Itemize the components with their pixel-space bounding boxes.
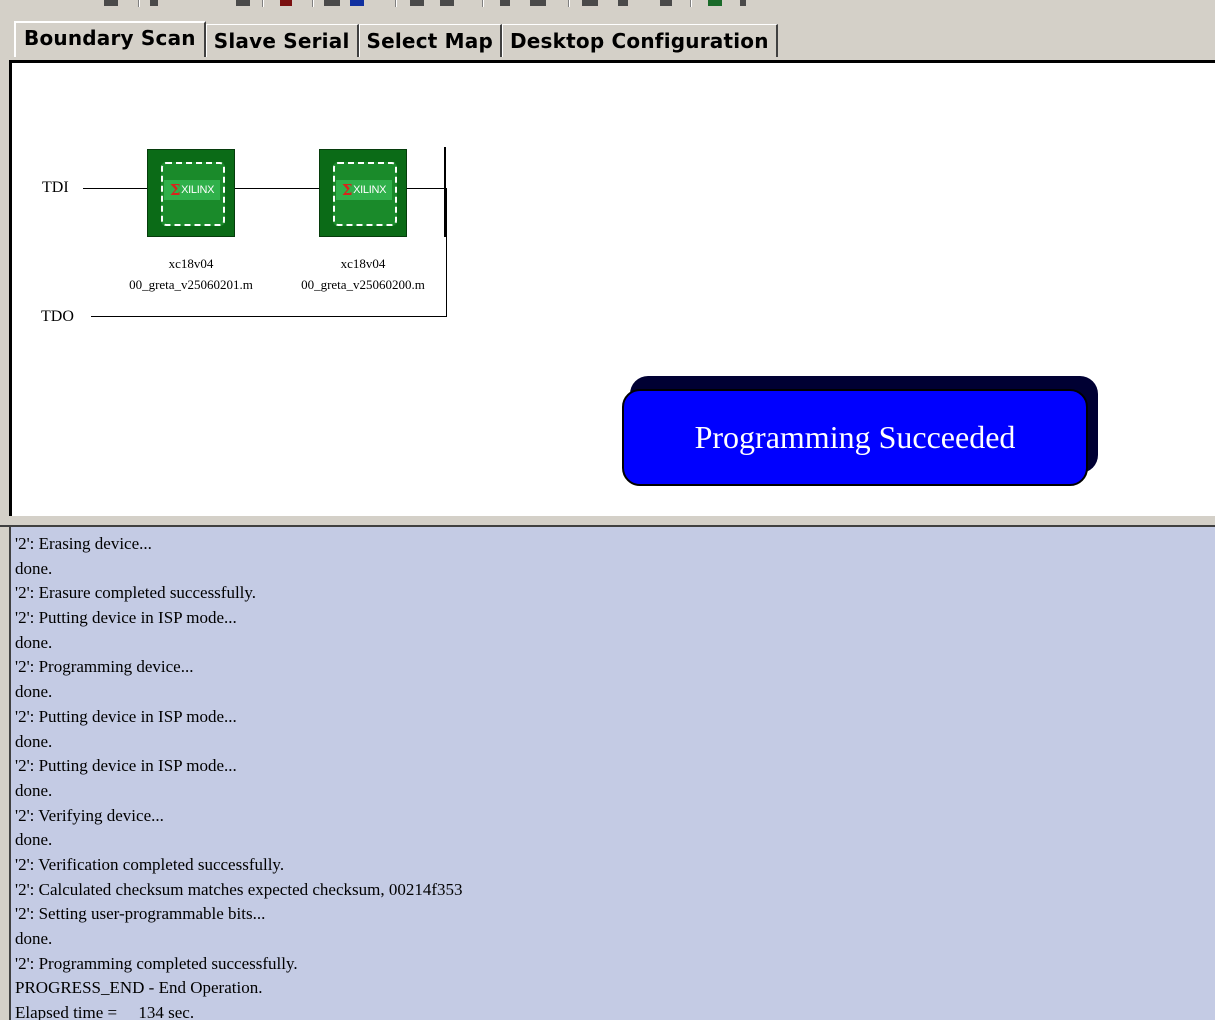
xilinx-logo-icon: Σ XILINX bbox=[164, 180, 220, 200]
log-line: done. bbox=[15, 731, 53, 751]
log-line: '2': Putting device in ISP mode... bbox=[15, 608, 237, 628]
tdo-label: TDO bbox=[41, 308, 74, 325]
tab-slave-serial[interactable]: Slave Serial bbox=[205, 24, 359, 57]
toolbar-button[interactable] bbox=[324, 0, 340, 6]
device-file-label: 00_greta_v25060201.m bbox=[129, 277, 253, 292]
tab-strip: Boundary Scan Slave Serial Select Map De… bbox=[14, 21, 778, 57]
log-console[interactable]: '2': Erasing device... done. '2': Erasur… bbox=[9, 527, 1215, 1020]
toolbar-separator bbox=[690, 0, 692, 7]
toolbar-separator bbox=[312, 0, 314, 7]
log-line: '2': Putting device in ISP mode... bbox=[15, 756, 237, 776]
tdi-label: TDI bbox=[42, 179, 69, 196]
chain-wire bbox=[406, 188, 444, 189]
status-banner-text: Programming Succeeded bbox=[694, 419, 1016, 455]
toolbar-button[interactable] bbox=[236, 0, 250, 6]
tab-boundary-scan[interactable]: Boundary Scan bbox=[14, 21, 206, 57]
tdi-wire bbox=[83, 188, 147, 189]
toolbar-button[interactable] bbox=[440, 0, 454, 6]
tab-desktop-configuration[interactable]: Desktop Configuration bbox=[501, 24, 778, 57]
xilinx-logo-text: XILINX bbox=[181, 184, 215, 196]
log-line: done. bbox=[15, 682, 53, 702]
toolbar-button[interactable] bbox=[104, 0, 118, 6]
device-chip-2[interactable]: Σ XILINX bbox=[319, 149, 407, 237]
log-line: '2': Verification completed successfully… bbox=[15, 854, 285, 874]
toolbar bbox=[0, 0, 1215, 8]
toolbar-button[interactable] bbox=[660, 0, 672, 6]
toolbar-button[interactable] bbox=[582, 0, 598, 6]
tab-select-map[interactable]: Select Map bbox=[358, 24, 502, 57]
log-line: '2': Erasure completed successfully. bbox=[15, 583, 257, 603]
log-line: '2': Calculated checksum matches expecte… bbox=[15, 879, 463, 899]
device-chip-1[interactable]: Σ XILINX bbox=[147, 149, 235, 237]
log-line: '2': Setting user-programmable bits... bbox=[15, 904, 266, 924]
tdo-wire bbox=[91, 316, 447, 317]
toolbar-button[interactable] bbox=[530, 0, 546, 6]
toolbar-separator bbox=[138, 0, 140, 7]
log-line: done. bbox=[15, 558, 53, 578]
log-line: '2': Programming device... bbox=[15, 657, 194, 677]
tdo-return-wire bbox=[446, 188, 447, 317]
xilinx-logo-text: XILINX bbox=[353, 184, 387, 196]
toolbar-button[interactable] bbox=[740, 0, 746, 6]
toolbar-button[interactable] bbox=[150, 0, 158, 6]
toolbar-button[interactable] bbox=[708, 0, 722, 6]
log-line: done. bbox=[15, 780, 53, 800]
status-banner: Programming Succeeded bbox=[622, 389, 1088, 486]
toolbar-button[interactable] bbox=[350, 0, 364, 6]
chain-wire bbox=[234, 188, 320, 189]
log-line: '2': Erasing device... bbox=[15, 534, 152, 553]
pane-splitter[interactable] bbox=[0, 516, 1215, 527]
toolbar-button[interactable] bbox=[410, 0, 424, 6]
log-line: '2': Verifying device... bbox=[15, 805, 164, 825]
device-file-label: 00_greta_v25060200.m bbox=[301, 277, 425, 292]
toolbar-button[interactable] bbox=[618, 0, 628, 6]
xilinx-logo-icon: Σ XILINX bbox=[336, 180, 392, 200]
toolbar-separator bbox=[482, 0, 484, 7]
log-line: '2': Programming completed successfully. bbox=[15, 953, 298, 973]
log-line: done. bbox=[15, 830, 53, 850]
log-line: PROGRESS_END - End Operation. bbox=[15, 978, 263, 998]
toolbar-separator bbox=[262, 0, 264, 7]
boundary-scan-canvas[interactable]: TDI TDO Σ XILINX xc18v04 00_greta_v250602… bbox=[9, 60, 1215, 516]
log-line: '2': Putting device in ISP mode... bbox=[15, 706, 237, 726]
toolbar-button[interactable] bbox=[500, 0, 510, 6]
toolbar-button[interactable] bbox=[280, 0, 292, 6]
log-line: Elapsed time = 134 sec. bbox=[15, 1003, 195, 1020]
toolbar-separator bbox=[568, 0, 570, 7]
log-line: done. bbox=[15, 632, 53, 652]
toolbar-separator bbox=[395, 0, 397, 7]
log-line: done. bbox=[15, 929, 53, 948]
device-part-label: xc18v04 bbox=[168, 256, 214, 271]
device-part-label: xc18v04 bbox=[340, 256, 386, 271]
